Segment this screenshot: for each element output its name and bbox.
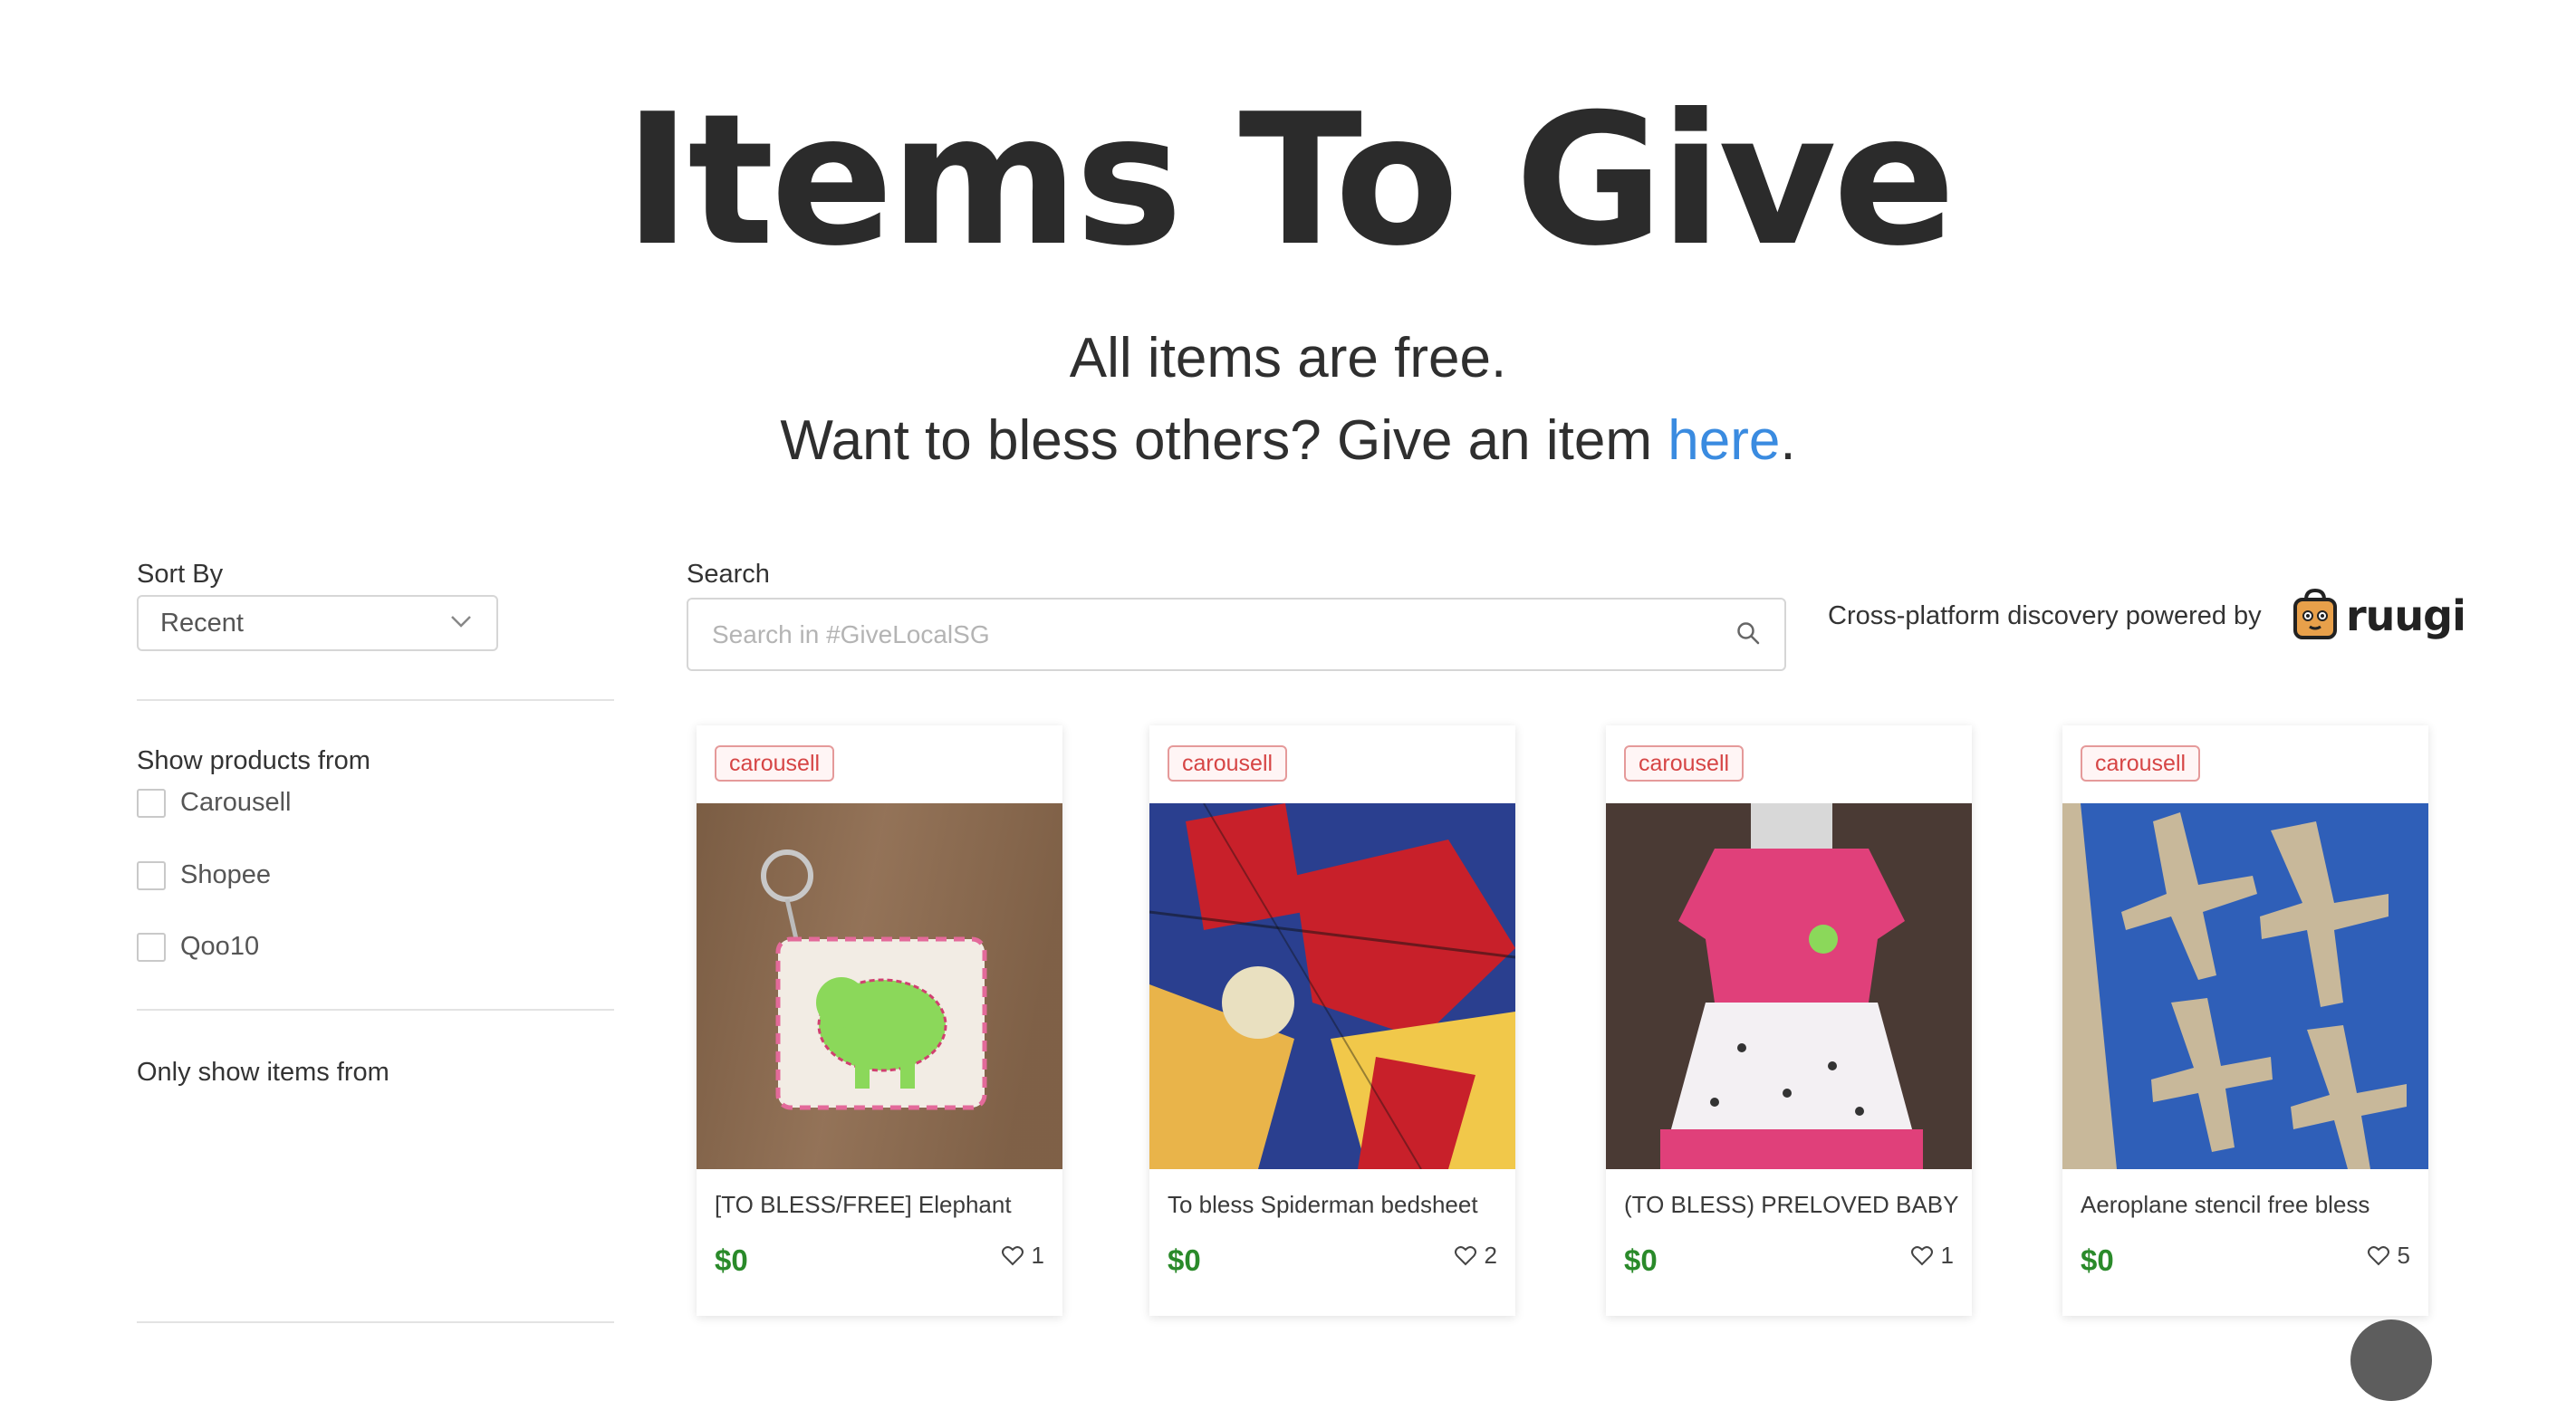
checkbox[interactable] [137, 860, 166, 890]
product-price: $0 [2081, 1243, 2114, 1277]
powered-by-text: Cross-platform discovery powered by [1828, 601, 2262, 630]
likes-counter[interactable]: 5 [2367, 1242, 2410, 1270]
ruugi-wordmark: ruugi [2346, 591, 2466, 640]
ruugi-logo[interactable]: ruugi [2292, 587, 2466, 645]
checkbox[interactable] [137, 932, 166, 962]
filter-divider [137, 699, 614, 701]
filter-checkbox-carousell[interactable]: Carousell [137, 788, 292, 818]
product-price: $0 [1168, 1243, 1201, 1277]
chat-button[interactable] [2350, 1319, 2432, 1401]
likes-counter[interactable]: 1 [1001, 1242, 1044, 1270]
product-image-baby-dress[interactable] [1606, 803, 1972, 1169]
show-products-from-label: Show products from [137, 746, 370, 775]
sort-by-select[interactable]: Recent [137, 595, 498, 651]
product-image-elephant-pouch[interactable] [697, 803, 1062, 1169]
source-badge: carousell [1168, 745, 1288, 782]
likes-count: 1 [1031, 1242, 1044, 1269]
heart-icon [1454, 1245, 1476, 1265]
product-card[interactable]: carousell [TO BLESS/FREE] Elephant $0 1 [697, 725, 1062, 1316]
search-label: Search [687, 560, 770, 589]
likes-count: 2 [1484, 1242, 1497, 1269]
checkbox-label: Qoo10 [180, 932, 260, 961]
heart-icon [1910, 1245, 1933, 1265]
search-input[interactable] [710, 619, 1735, 650]
product-price: $0 [715, 1243, 748, 1277]
checkbox-label: Shopee [180, 860, 271, 889]
filter-divider [137, 1009, 614, 1011]
source-badge: carousell [2081, 745, 2201, 782]
subtitle-free-notice: All items are free. [1069, 327, 1507, 389]
likes-count: 1 [1940, 1242, 1954, 1269]
checkbox[interactable] [137, 788, 166, 818]
sort-selected-value: Recent [160, 608, 244, 638]
search-icon[interactable] [1735, 620, 1761, 649]
likes-counter[interactable]: 2 [1454, 1242, 1497, 1270]
give-prompt-text: Want to bless others? Give an item [780, 409, 1668, 472]
ruugi-bag-icon [2292, 587, 2339, 645]
likes-count: 5 [2397, 1242, 2410, 1269]
only-show-items-from-label: Only show items from [137, 1058, 389, 1087]
product-price: $0 [1624, 1243, 1658, 1277]
filter-checkbox-qoo10[interactable]: Qoo10 [137, 932, 259, 962]
sort-by-label: Sort By [137, 560, 224, 589]
filter-divider [137, 1321, 614, 1323]
source-badge: carousell [1624, 745, 1745, 782]
product-title[interactable]: [TO BLESS/FREE] Elephant [715, 1191, 1050, 1219]
product-image-spiderman-bedsheet[interactable] [1149, 803, 1515, 1169]
checkbox-label: Carousell [180, 788, 292, 817]
product-card[interactable]: carousell Aeroplane stencil free bless $… [2062, 725, 2428, 1316]
product-image-aeroplane-stencil[interactable] [2062, 803, 2428, 1169]
likes-counter[interactable]: 1 [1910, 1242, 1954, 1270]
product-title[interactable]: (TO BLESS) PRELOVED BABY [1624, 1191, 1959, 1219]
give-item-link[interactable]: here [1668, 409, 1780, 472]
product-card[interactable]: carousell To bless Spiderman bedsheet $0… [1149, 725, 1515, 1316]
subtitle-give-prompt: Want to bless others? Give an item here. [0, 405, 2576, 477]
search-box[interactable] [687, 598, 1786, 671]
heart-icon [2367, 1245, 2389, 1265]
chevron-down-icon [449, 614, 473, 632]
filter-checkbox-shopee[interactable]: Shopee [137, 860, 271, 890]
heart-icon [1001, 1245, 1024, 1265]
page-title: Items To Give [623, 75, 1956, 286]
product-title[interactable]: Aeroplane stencil free bless [2081, 1191, 2416, 1219]
source-badge: carousell [715, 745, 835, 782]
product-title[interactable]: To bless Spiderman bedsheet [1168, 1191, 1503, 1219]
give-prompt-period: . [1780, 409, 1796, 472]
product-card[interactable]: carousell (TO BLESS) PRELOVED BABY $0 1 [1606, 725, 1972, 1316]
